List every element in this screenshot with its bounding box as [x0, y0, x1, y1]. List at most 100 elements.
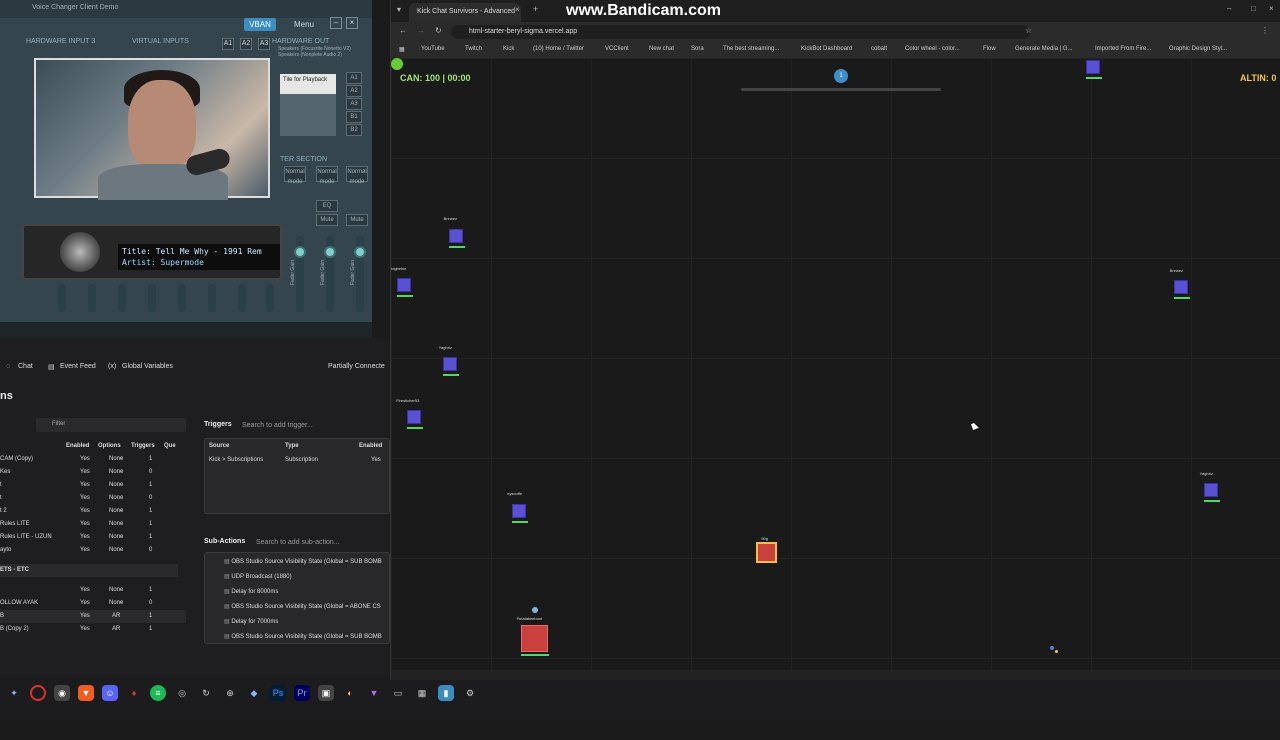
out-a3-button[interactable]: A3	[258, 38, 270, 50]
bus-a2-button[interactable]: A2	[346, 85, 362, 97]
menu-button[interactable]: Menu	[282, 18, 326, 31]
table-row-selected[interactable]: B Yes AR 1	[0, 610, 186, 623]
table-row[interactable]: OLLOW AYAK Yes None 0	[0, 597, 186, 610]
tab-global-variables[interactable]: Global Variables	[122, 363, 173, 370]
bus-b2-button[interactable]: B2	[346, 124, 362, 136]
app-icon-3[interactable]: ▼	[366, 685, 382, 701]
terminal-icon[interactable]: ▭	[390, 685, 406, 701]
brave-icon[interactable]: ▼	[78, 685, 94, 701]
strip-fader-7[interactable]	[238, 284, 246, 312]
bookmark-imported[interactable]: Imported From Fire...	[1095, 46, 1151, 52]
chrome-icon[interactable]: ◉	[54, 685, 70, 701]
filter-input[interactable]: Filter	[36, 418, 186, 432]
player-sprite[interactable]	[1204, 483, 1220, 502]
game-canvas[interactable]: CAN: 100 | 00:00 ALTIN: 0 1 Brewez bigbe…	[391, 58, 1280, 670]
bookmark-kickbot[interactable]: KickBot Dashboard	[801, 46, 852, 52]
player-sprite[interactable]	[1086, 60, 1102, 79]
table-row[interactable]: CAM (Copy) Yes None 1	[0, 453, 186, 466]
mode-button-3[interactable]: Normal mode	[346, 166, 368, 185]
start-icon[interactable]: ✦	[6, 685, 22, 701]
xp-orb[interactable]	[391, 58, 403, 70]
discord-icon[interactable]: ☺	[102, 685, 118, 701]
bookmark-twitter[interactable]: (10) Home / Twitter	[533, 46, 584, 52]
table-row[interactable]: Rules LITE Yes None 1	[0, 518, 186, 531]
bookmarks-apps-icon[interactable]: ▦	[399, 46, 405, 53]
refresh-app-icon[interactable]: ↻	[198, 685, 214, 701]
strip-fader-6[interactable]	[208, 284, 216, 312]
tab-close-icon[interactable]: ×	[515, 5, 520, 14]
bus-a3-button[interactable]: A3	[346, 98, 362, 110]
triggers-search-input[interactable]: Search to add trigger...	[242, 422, 313, 429]
mute-button-master-2[interactable]: Mute	[346, 214, 368, 226]
strip-fader-4[interactable]	[148, 284, 156, 312]
bookmark-graphic-design[interactable]: Graphic Design Styl...	[1169, 46, 1227, 52]
player-sprite[interactable]	[407, 410, 423, 429]
strip-fader-2[interactable]	[88, 284, 96, 312]
bus-b1-button[interactable]: B1	[346, 111, 362, 123]
subaction-item[interactable]: OBS Studio Source Visibility State (Glob…	[224, 558, 381, 565]
subaction-item[interactable]: UDP Broadcast (1880)	[224, 573, 291, 580]
mute-button-master[interactable]: Mute	[316, 214, 338, 226]
col-enabled[interactable]: Enabled	[66, 443, 89, 449]
bookmark-flow[interactable]: Flow	[983, 46, 996, 52]
col-options[interactable]: Options	[98, 443, 121, 449]
group-header[interactable]: ETS - ETC	[0, 564, 178, 577]
subactions-search-input[interactable]: Search to add sub-action...	[256, 539, 340, 546]
mode-button-2[interactable]: Normal mode	[316, 166, 338, 185]
strip-fader-5[interactable]	[178, 284, 186, 312]
eq-button[interactable]: EQ	[316, 200, 338, 212]
bookmark-new-chat[interactable]: New chat	[649, 46, 674, 52]
subaction-item[interactable]: OBS Studio Source Visibility State (Glob…	[224, 633, 381, 640]
out-a2-button[interactable]: A2	[240, 38, 252, 50]
minimize-icon[interactable]: –	[330, 17, 342, 29]
player-sprite[interactable]	[1174, 280, 1190, 299]
player-sprite[interactable]	[449, 229, 465, 248]
player-sprite[interactable]	[512, 504, 528, 523]
photoshop-icon[interactable]: Ps	[270, 685, 286, 701]
bus-a1-button[interactable]: A1	[346, 72, 362, 84]
settings-icon[interactable]: ⚙	[462, 685, 478, 701]
table-row[interactable]: t Yes None 0	[0, 492, 186, 505]
browser-tab-active[interactable]: Kick Chat Survivors - Advanced	[409, 3, 521, 22]
ubuntu-icon[interactable]: ⊕	[222, 685, 238, 701]
bookmark-vcclient[interactable]: VCClient	[605, 46, 629, 52]
bookmark-twitch[interactable]: Twitch	[465, 46, 482, 52]
table-row[interactable]: B (Copy 2) Yes AR 1	[0, 623, 186, 636]
steam-icon[interactable]: ◆	[246, 685, 262, 701]
table-row[interactable]: t 2 Yes None 1	[0, 505, 186, 518]
close-icon[interactable]: ×	[1269, 4, 1274, 13]
spotify-icon[interactable]: ≡	[150, 685, 166, 701]
col-triggers[interactable]: Triggers	[131, 443, 155, 449]
fader-knob-2[interactable]	[324, 246, 336, 258]
loot-box[interactable]	[756, 542, 777, 563]
location-icon[interactable]: ♦	[126, 685, 142, 701]
tab-event-feed[interactable]: Event Feed	[60, 363, 96, 370]
tab-chat[interactable]: Chat	[18, 363, 33, 370]
table-row[interactable]: Kes Yes None 0	[0, 466, 186, 479]
fader-knob-3[interactable]	[354, 246, 366, 258]
app-icon-4[interactable]: ▦	[414, 685, 430, 701]
obs-icon[interactable]: ◎	[174, 685, 190, 701]
vban-button[interactable]: VBAN	[244, 18, 276, 31]
subaction-item[interactable]: OBS Studio Source Visibility State (Glob…	[224, 603, 380, 610]
new-tab-icon[interactable]: +	[533, 4, 538, 14]
strip-fader-8[interactable]	[266, 284, 274, 312]
table-row[interactable]: Yes None 1	[0, 584, 186, 597]
subaction-item[interactable]: Delay for 7000ms	[224, 618, 278, 625]
bookmark-kick[interactable]: Kick	[503, 46, 514, 52]
table-row[interactable]: ayto Yes None 0	[0, 544, 186, 557]
app-icon-5-active[interactable]: ▮	[438, 685, 454, 701]
subaction-item[interactable]: Delay for 8000ms	[224, 588, 278, 595]
enemy-sprite[interactable]	[521, 625, 548, 652]
bookmark-star-icon[interactable]: ☆	[1025, 26, 1032, 35]
forward-icon[interactable]: →	[417, 26, 425, 35]
bookmark-color-wheel[interactable]: Color wheel - color...	[905, 46, 960, 52]
table-row[interactable]: t Yes None 1	[0, 479, 186, 492]
player-sprite[interactable]	[443, 357, 459, 376]
reload-icon[interactable]: ↻	[435, 26, 442, 35]
trigger-row-source[interactable]: Kick > Subscriptions	[209, 457, 263, 463]
bookmark-youtube[interactable]: YouTube	[421, 46, 445, 52]
bookmark-generate-media[interactable]: Generate Media | G...	[1015, 46, 1073, 52]
bookmark-streaming[interactable]: The best streaming...	[723, 46, 779, 52]
trigger-col-type[interactable]: Type	[285, 443, 299, 449]
